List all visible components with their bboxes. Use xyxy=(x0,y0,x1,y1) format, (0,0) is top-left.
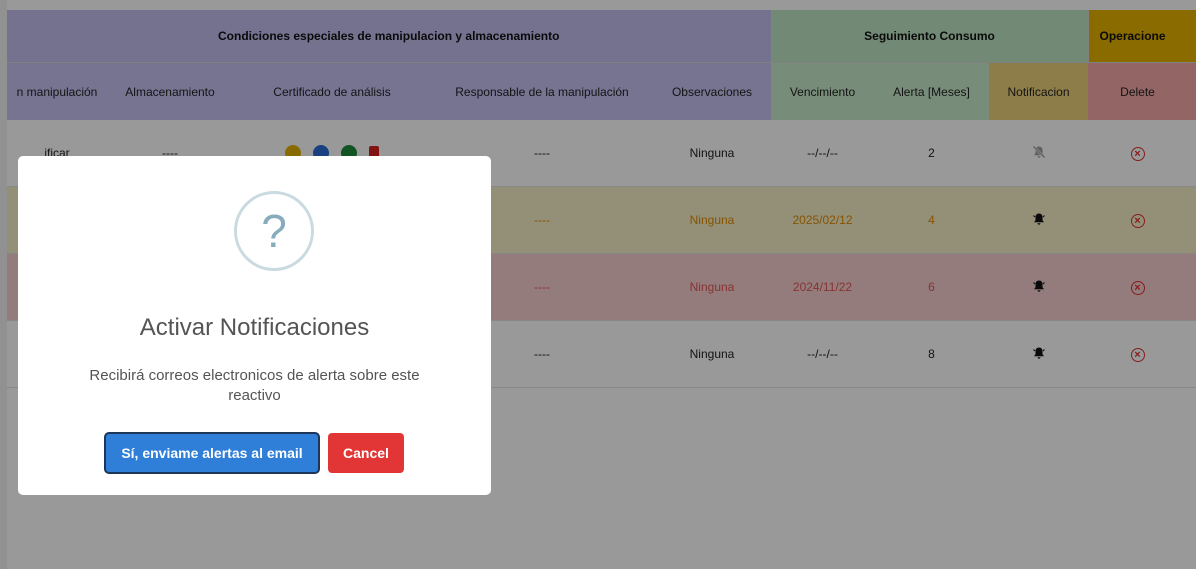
cancel-button[interactable]: Cancel xyxy=(328,433,404,473)
page: Condiciones especiales de manipulacion y… xyxy=(0,0,1196,569)
confirm-dialog: ? Activar Notificaciones Recibirá correo… xyxy=(18,156,491,495)
question-icon: ? xyxy=(234,191,314,271)
confirm-button[interactable]: Sí, enviame alertas al email xyxy=(104,432,320,474)
dialog-text: Recibirá correos electronicos de alerta … xyxy=(89,367,420,404)
dialog-title: Activar Notificaciones xyxy=(139,314,370,341)
